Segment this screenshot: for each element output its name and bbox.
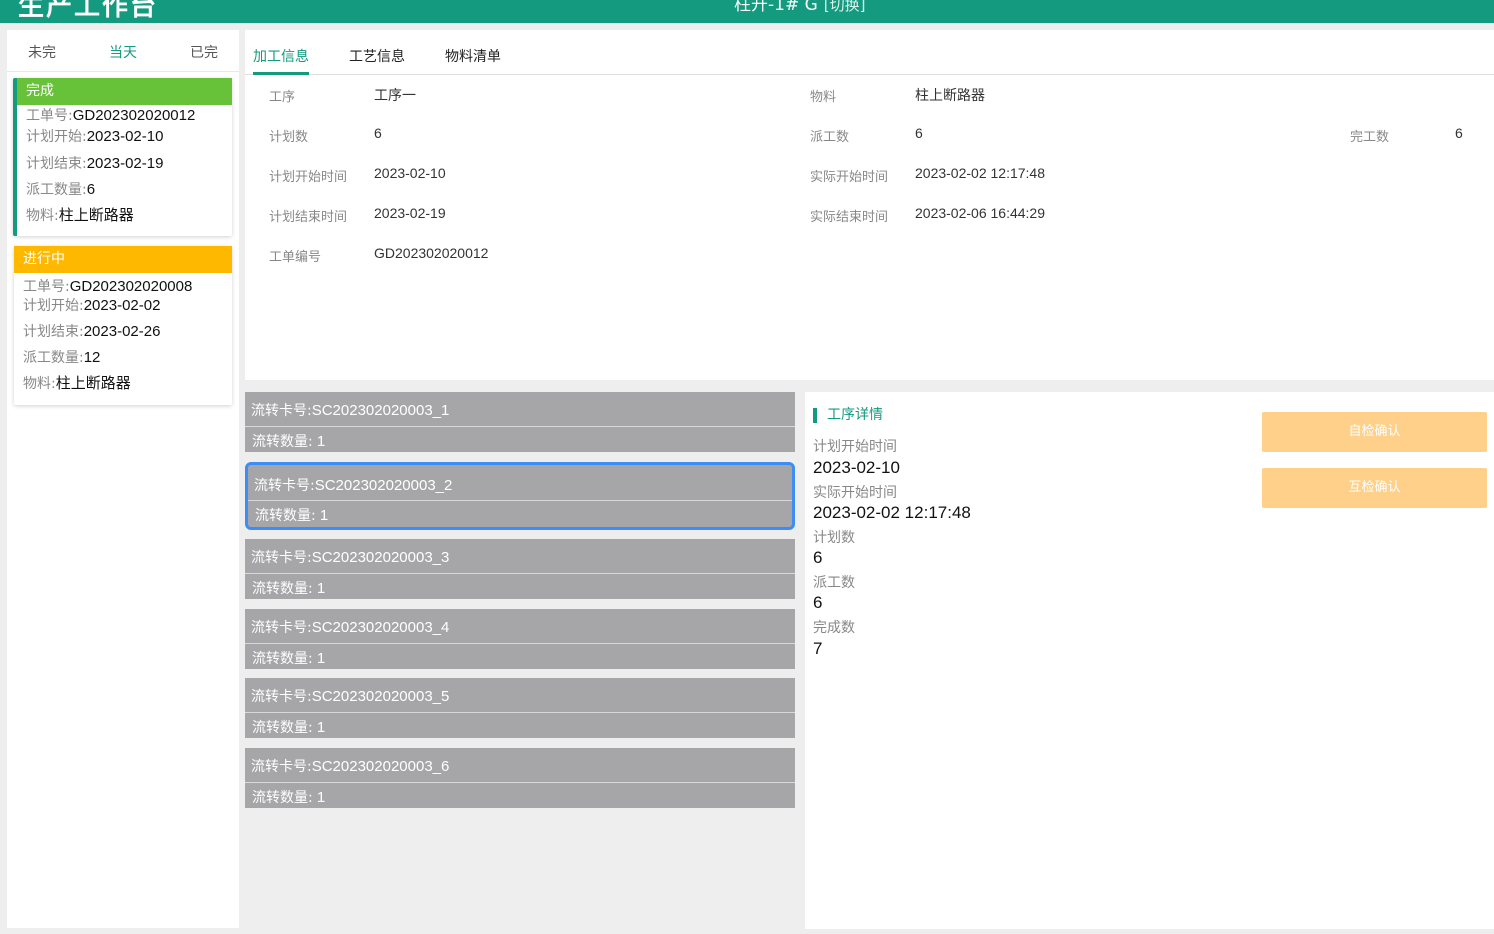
active-tab-indicator bbox=[253, 72, 309, 75]
detail-plan-start-value: 2023-02-10 bbox=[813, 458, 900, 477]
flow-card[interactable]: 流转卡号:SC202302020003_1 流转数量: 1 bbox=[245, 392, 795, 452]
work-order-card-completed[interactable]: 完成 工单号:GD202302020012 计划开始:2023-02-10 计划… bbox=[13, 78, 232, 236]
plan-start-label: 计划开始时间 bbox=[269, 170, 348, 185]
detail-actual-start-label: 实际开始时间 bbox=[813, 485, 897, 501]
top-bar: 生产工作台 柱开-1# G [切换] bbox=[0, 0, 1494, 23]
detail-plan-start-label: 计划开始时间 bbox=[813, 439, 897, 455]
processing-info-panel: 加工信息 工艺信息 物料清单 工序 工序一 物料 柱上断路器 计划数 6 派工数… bbox=[245, 30, 1494, 380]
detail-plan-qty-label: 计划数 bbox=[813, 530, 855, 546]
self-check-button[interactable]: 自检确认 bbox=[1262, 412, 1487, 452]
detail-dispatch-qty-value: 6 bbox=[813, 593, 823, 612]
status-badge: 进行中 bbox=[14, 246, 232, 273]
flow-card-qty: 流转数量: 1 bbox=[252, 650, 326, 667]
plan-end-value: 2023-02-19 bbox=[374, 205, 446, 221]
flow-card-no: 流转卡号:SC202302020003_4 bbox=[251, 619, 450, 636]
status-badge: 完成 bbox=[17, 78, 232, 105]
plan-end-row: 计划结束:2023-02-26 bbox=[23, 323, 161, 340]
plan-qty-label: 计划数 bbox=[269, 130, 309, 145]
station-name: 柱开-1# G bbox=[734, 0, 818, 15]
flow-card[interactable]: 流转卡号:SC202302020003_5 流转数量: 1 bbox=[245, 678, 795, 738]
work-order-filter-tabs: 未完 当天 已完 bbox=[7, 30, 239, 72]
flow-card-qty: 流转数量: 1 bbox=[252, 580, 326, 597]
flow-card-no: 流转卡号:SC202302020003_5 bbox=[251, 688, 450, 705]
material-row: 物料:柱上断路器 bbox=[23, 375, 131, 392]
order-no-label: 工单编号 bbox=[269, 250, 322, 265]
done-qty-label: 完工数 bbox=[1350, 130, 1390, 145]
detail-actual-start-value: 2023-02-02 12:17:48 bbox=[813, 503, 971, 522]
order-no-row: 工单号:GD202302020012 bbox=[26, 107, 196, 124]
actual-end-value: 2023-02-06 16:44:29 bbox=[915, 205, 1045, 221]
dispatch-qty-row: 派工数量:6 bbox=[26, 181, 96, 198]
switch-station-link[interactable]: [切换] bbox=[824, 0, 866, 14]
divider bbox=[248, 500, 792, 501]
dispatch-qty-row: 派工数量:12 bbox=[23, 349, 101, 366]
tab-process-info[interactable]: 工艺信息 bbox=[349, 46, 405, 66]
tab-today[interactable]: 当天 bbox=[109, 42, 137, 62]
material-value: 柱上断路器 bbox=[915, 87, 985, 103]
plan-start-row: 计划开始:2023-02-02 bbox=[23, 297, 161, 314]
flow-card-qty: 流转数量: 1 bbox=[252, 433, 326, 450]
flow-card-no: 流转卡号:SC202302020003_2 bbox=[254, 477, 453, 494]
divider bbox=[245, 782, 795, 783]
mutual-check-button[interactable]: 互检确认 bbox=[1262, 468, 1487, 508]
tab-processing-info[interactable]: 加工信息 bbox=[253, 46, 309, 66]
flow-card[interactable]: 流转卡号:SC202302020003_4 流转数量: 1 bbox=[245, 609, 795, 669]
divider bbox=[245, 643, 795, 644]
app-title: 生产工作台 bbox=[18, 0, 159, 22]
dispatch-qty-value: 6 bbox=[915, 125, 923, 141]
flow-card[interactable]: 流转卡号:SC202302020003_3 流转数量: 1 bbox=[245, 539, 795, 599]
plan-start-value: 2023-02-10 bbox=[374, 165, 446, 181]
order-no-value: GD202302020012 bbox=[374, 245, 489, 261]
flow-card-qty: 流转数量: 1 bbox=[252, 789, 326, 806]
dispatch-qty-label: 派工数 bbox=[810, 130, 850, 145]
plan-start-row: 计划开始:2023-02-10 bbox=[26, 128, 164, 145]
process-detail-panel: 工序详情 计划开始时间 2023-02-10 实际开始时间 2023-02-02… bbox=[805, 392, 1494, 929]
flow-card-selected[interactable]: 流转卡号:SC202302020003_2 流转数量: 1 bbox=[245, 462, 795, 530]
plan-qty-value: 6 bbox=[374, 125, 382, 141]
divider bbox=[245, 426, 795, 427]
order-no-row: 工单号:GD202302020008 bbox=[23, 278, 193, 295]
plan-end-label: 计划结束时间 bbox=[269, 210, 348, 225]
flow-card-no: 流转卡号:SC202302020003_6 bbox=[251, 758, 450, 775]
actual-start-label: 实际开始时间 bbox=[810, 170, 889, 185]
flow-card-qty: 流转数量: 1 bbox=[255, 507, 329, 524]
flow-card[interactable]: 流转卡号:SC202302020003_6 流转数量: 1 bbox=[245, 748, 795, 808]
actual-start-value: 2023-02-02 12:17:48 bbox=[915, 165, 1045, 181]
flow-card-no: 流转卡号:SC202302020003_3 bbox=[251, 549, 450, 566]
done-qty-value: 6 bbox=[1455, 125, 1463, 141]
detail-dispatch-qty-label: 派工数 bbox=[813, 575, 855, 591]
material-row: 物料:柱上断路器 bbox=[26, 207, 134, 224]
detail-plan-qty-value: 6 bbox=[813, 548, 823, 567]
divider bbox=[245, 573, 795, 574]
divider bbox=[245, 712, 795, 713]
detail-done-qty-label: 完成数 bbox=[813, 620, 855, 636]
detail-title: 工序详情 bbox=[813, 408, 883, 423]
flow-card-no: 流转卡号:SC202302020003_1 bbox=[251, 402, 450, 419]
material-label: 物料 bbox=[810, 90, 837, 105]
process-value: 工序一 bbox=[374, 87, 416, 103]
info-tabs: 加工信息 工艺信息 物料清单 bbox=[245, 30, 1494, 75]
station-selector[interactable]: 柱开-1# G [切换] bbox=[734, 0, 866, 15]
plan-end-row: 计划结束:2023-02-19 bbox=[26, 155, 164, 172]
flow-card-qty: 流转数量: 1 bbox=[252, 719, 326, 736]
process-label: 工序 bbox=[269, 90, 296, 105]
tab-finished[interactable]: 已完 bbox=[190, 42, 218, 62]
work-order-card-in-progress[interactable]: 进行中 工单号:GD202302020008 计划开始:2023-02-02 计… bbox=[14, 246, 232, 405]
detail-done-qty-value: 7 bbox=[813, 639, 823, 658]
tab-unfinished[interactable]: 未完 bbox=[28, 42, 56, 62]
actual-end-label: 实际结束时间 bbox=[810, 210, 889, 225]
divider bbox=[7, 71, 239, 72]
tab-bom[interactable]: 物料清单 bbox=[445, 46, 501, 66]
